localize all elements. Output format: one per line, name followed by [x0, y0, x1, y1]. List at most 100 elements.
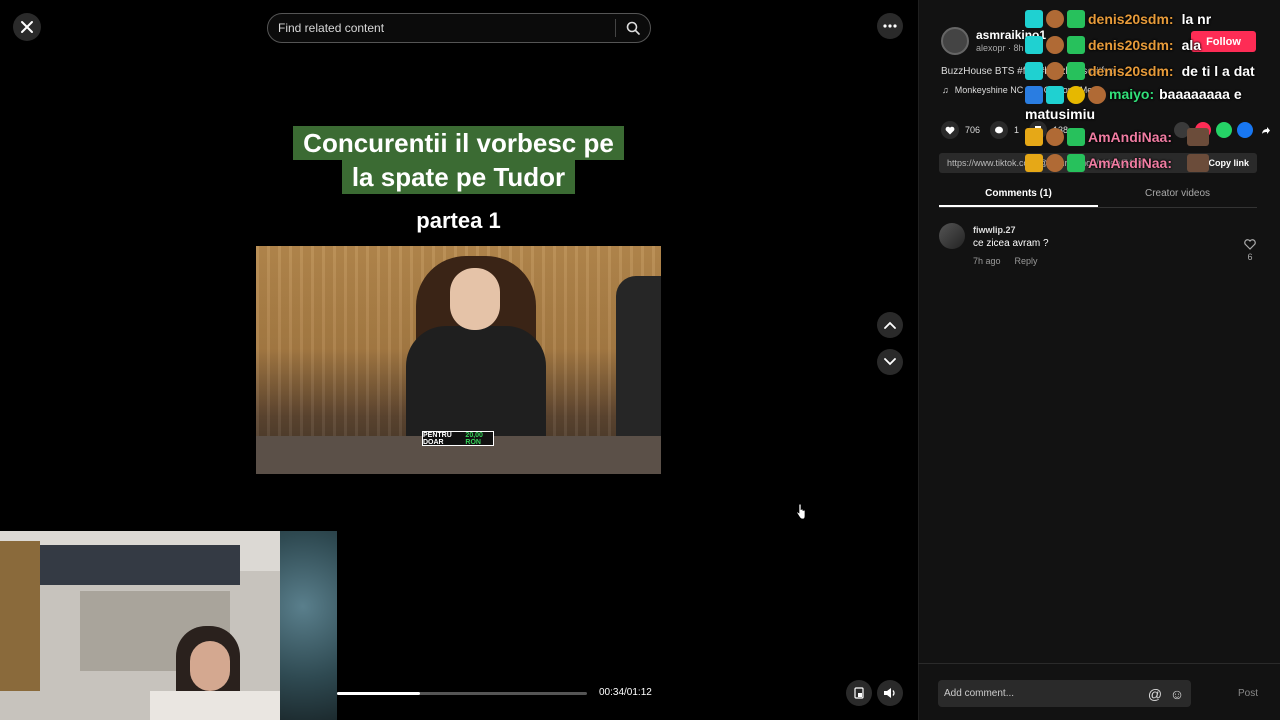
- part-label: partea 1: [416, 208, 501, 233]
- price-badge-price: 20,00 RON: [465, 431, 483, 446]
- chat-badge-icon: [1046, 10, 1064, 28]
- volume-button[interactable]: [877, 680, 903, 706]
- chat-badge-icon: [1025, 86, 1043, 105]
- chat-emote-icon: [1187, 154, 1210, 173]
- panel-tabs: Comments (1) Creator videos: [939, 182, 1257, 208]
- chat-username[interactable]: maiyo:: [1109, 86, 1154, 102]
- chat-username[interactable]: denis20sdm:: [1088, 58, 1174, 84]
- tab-creator-videos[interactable]: Creator videos: [1098, 182, 1257, 207]
- search-input[interactable]: [278, 21, 607, 35]
- tab-comments[interactable]: Comments (1): [939, 182, 1098, 207]
- chat-badge-icon: [1046, 128, 1064, 147]
- chat-message: denis20sdm: la nr: [1025, 6, 1275, 32]
- post-button[interactable]: Post: [1238, 688, 1258, 699]
- emoji-icon[interactable]: ☺: [1169, 686, 1185, 702]
- search-bar: [267, 13, 651, 43]
- chat-badge-icon: [1067, 154, 1085, 173]
- stream-chat-overlay: denis20sdm: la nr denis20sdm: ala denis20sdm…: [1025, 6, 1275, 176]
- comment-composer: @ ☺ Post: [918, 663, 1280, 720]
- chat-text: ala: [1181, 37, 1202, 53]
- close-icon: [21, 21, 33, 33]
- mention-icon[interactable]: @: [1147, 686, 1163, 702]
- chat-badge-icon: [1046, 62, 1064, 80]
- chat-text: de ti l a dat: [1181, 63, 1255, 79]
- search-icon[interactable]: [624, 19, 642, 37]
- webcam-overlay: [0, 531, 337, 720]
- video-frame[interactable]: PENTRU DOAR 20,00 RON: [256, 246, 661, 474]
- comment-time: 7h ago: [973, 256, 1001, 266]
- comment-username[interactable]: fiwwlip.27: [973, 225, 1016, 235]
- previous-video-button[interactable]: [877, 312, 903, 338]
- chat-username[interactable]: denis20sdm:: [1088, 32, 1174, 58]
- chat-badge-icon: [1067, 86, 1085, 105]
- webcam-streamer-shirt: [150, 691, 280, 720]
- chat-badge-icon: [1067, 62, 1085, 80]
- price-badge: PENTRU DOAR 20,00 RON: [422, 431, 494, 446]
- pip-icon: [854, 687, 864, 699]
- heart-outline-icon: [1244, 239, 1256, 250]
- comment-avatar[interactable]: [939, 223, 965, 249]
- caption-line-2: la spate pe Tudor: [341, 160, 576, 194]
- chat-emote-icon: [1187, 128, 1210, 147]
- comment-like-count: 6: [1247, 252, 1253, 262]
- chat-badge-icon: [1067, 10, 1085, 28]
- author-avatar[interactable]: [941, 27, 969, 55]
- comment-meta: 7h ago Reply: [973, 256, 1038, 266]
- chat-badge-icon: [1088, 86, 1106, 105]
- more-options-button[interactable]: [877, 13, 903, 39]
- progress-bar[interactable]: [337, 692, 587, 695]
- comment-text: ce zicea avram ?: [973, 238, 1049, 249]
- chat-badge-icon: [1025, 10, 1043, 28]
- like-stat[interactable]: 706: [941, 121, 980, 139]
- screen: Concurentii il vorbesc pe la spate pe Tu…: [0, 0, 1280, 720]
- comment-input[interactable]: [944, 688, 1141, 699]
- webcam-cabinet-left: [0, 541, 40, 691]
- chat-badge-icon: [1025, 62, 1043, 80]
- chat-badge-icon: [1025, 154, 1043, 173]
- author-row: [941, 27, 969, 55]
- person-face: [450, 268, 500, 330]
- webcam-cabinet: [40, 545, 240, 585]
- video-caption: Concurentii il vorbesc pe la spate pe Tu…: [256, 126, 661, 194]
- caption-line-1: Concurentii il vorbesc pe: [293, 126, 624, 160]
- heart-icon: [941, 121, 959, 139]
- chat-message: AmAndiNaa:: [1025, 124, 1275, 150]
- comment-stat[interactable]: 1: [990, 121, 1019, 139]
- webcam-christmas-tree: [280, 531, 337, 720]
- chat-badge-icon: [1025, 36, 1043, 54]
- comment-count: 1: [1014, 125, 1020, 135]
- comment-like[interactable]: 6: [1243, 239, 1257, 262]
- more-icon: [883, 24, 897, 28]
- mouse-cursor-icon: [796, 504, 806, 520]
- chat-badge-icon: [1067, 36, 1085, 54]
- search-divider: [615, 19, 616, 37]
- chat-username[interactable]: AmAndiNaa:: [1088, 124, 1172, 150]
- comment-reply-button[interactable]: Reply: [1015, 256, 1038, 266]
- floating-player-button[interactable]: [846, 680, 872, 706]
- chat-message: denis20sdm: de ti l a dat: [1025, 58, 1275, 84]
- chat-username[interactable]: AmAndiNaa:: [1088, 150, 1172, 176]
- progress-fill: [337, 692, 420, 695]
- like-count: 706: [965, 125, 981, 135]
- music-note-icon: ♫: [942, 85, 949, 95]
- volume-icon: [884, 688, 895, 698]
- comment-icon: [990, 121, 1009, 139]
- chat-message: maiyo: baaaaaaaa e matusimiu: [1025, 84, 1275, 124]
- chat-message: AmAndiNaa:: [1025, 150, 1275, 176]
- next-video-button[interactable]: [877, 349, 903, 375]
- chevron-down-icon: [884, 358, 896, 366]
- price-badge-prefix: PENTRU DOAR: [423, 431, 452, 446]
- time-display: 00:34/01:12: [599, 687, 652, 698]
- comment-input-box: @ ☺: [938, 680, 1191, 707]
- chat-badge-icon: [1025, 128, 1043, 147]
- chat-badge-icon: [1046, 86, 1064, 105]
- chat-username[interactable]: denis20sdm:: [1088, 6, 1174, 32]
- chat-message: denis20sdm: ala: [1025, 32, 1275, 58]
- webcam-streamer-face: [190, 641, 230, 691]
- chat-badge-icon: [1046, 36, 1064, 54]
- chevron-up-icon: [884, 321, 896, 329]
- chat-badge-icon: [1067, 128, 1085, 147]
- close-button[interactable]: [13, 13, 41, 41]
- chat-text: la nr: [1181, 11, 1212, 27]
- chat-badge-icon: [1046, 154, 1064, 173]
